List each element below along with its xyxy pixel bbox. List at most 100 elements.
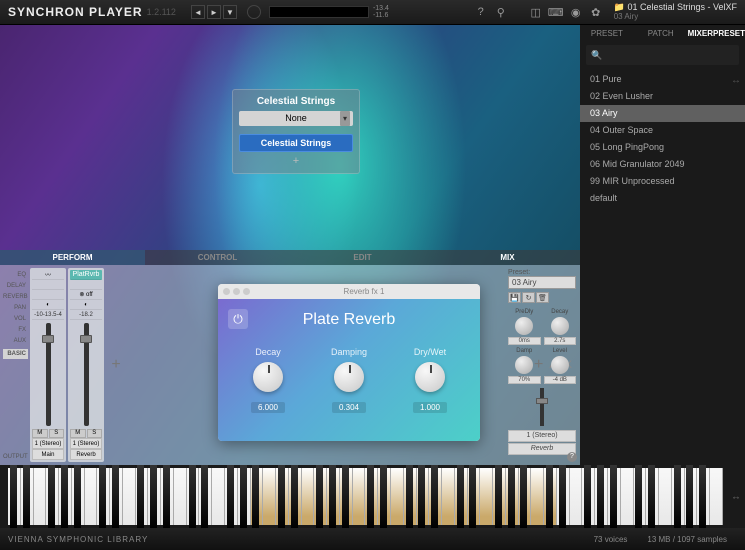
add-slot-button[interactable]: +	[239, 155, 353, 167]
white-key[interactable]	[710, 468, 723, 525]
black-key[interactable]	[406, 465, 413, 528]
route-select[interactable]: 1 (Stereo)	[70, 438, 102, 449]
preset-display[interactable]: 📁 01 Celestial Strings - VelXF 03 Airy	[614, 2, 737, 22]
mute-button[interactable]: M	[32, 429, 48, 438]
black-key[interactable]	[648, 465, 655, 528]
route-select[interactable]: 1 (Stereo)	[32, 438, 64, 449]
tab-perform[interactable]: PERFORM	[0, 250, 145, 265]
black-key[interactable]	[240, 465, 247, 528]
white-key[interactable]	[263, 468, 276, 525]
reverb-fx-slot[interactable]: PlatRvrb	[70, 270, 102, 280]
collapse-sidebar-icon[interactable]: ↔	[731, 75, 741, 86]
knob-damping[interactable]: Damping 0.304	[331, 347, 367, 415]
fader[interactable]	[70, 320, 102, 429]
black-key[interactable]	[10, 465, 17, 528]
black-key[interactable]	[291, 465, 298, 528]
white-key[interactable]	[34, 468, 47, 525]
preset-item[interactable]: 01 Pure	[580, 71, 745, 88]
black-key[interactable]	[520, 465, 527, 528]
preset-selector[interactable]: 03 Airy	[508, 276, 576, 289]
pan-slot[interactable]: ◐	[32, 300, 64, 310]
black-key[interactable]	[201, 465, 208, 528]
tab-control[interactable]: CONTROL	[145, 250, 290, 265]
black-key[interactable]	[418, 465, 425, 528]
black-key[interactable]	[380, 465, 387, 528]
delay-slot[interactable]	[70, 280, 102, 290]
preset-item[interactable]: default	[580, 190, 745, 207]
fx-titlebar[interactable]: Reverb fx 1	[218, 284, 480, 299]
reverb-slot[interactable]	[32, 290, 64, 300]
record-button[interactable]	[247, 5, 261, 19]
mute-button[interactable]: M	[70, 429, 86, 438]
black-key[interactable]	[635, 465, 642, 528]
minimize-icon[interactable]	[233, 288, 240, 295]
white-key[interactable]	[442, 468, 455, 525]
output-name[interactable]: Reverb	[70, 449, 102, 460]
output-fader[interactable]	[533, 388, 551, 426]
black-key[interactable]	[367, 465, 374, 528]
black-key[interactable]	[546, 465, 553, 528]
nav-right[interactable]: ►	[207, 5, 221, 19]
help-icon[interactable]: ?	[474, 5, 488, 19]
black-key[interactable]	[163, 465, 170, 528]
black-key[interactable]	[559, 465, 566, 528]
pan-slot[interactable]: ◐	[70, 300, 102, 310]
black-key[interactable]	[99, 465, 106, 528]
solo-button[interactable]: S	[87, 429, 103, 438]
black-key[interactable]	[48, 465, 55, 528]
preset-item[interactable]: 02 Even Lusher	[580, 88, 745, 105]
black-key[interactable]	[610, 465, 617, 528]
white-key[interactable]	[302, 468, 315, 525]
close-icon[interactable]	[223, 288, 230, 295]
black-key[interactable]	[686, 465, 693, 528]
zoom-icon[interactable]	[243, 288, 250, 295]
black-key[interactable]	[278, 465, 285, 528]
black-key[interactable]	[469, 465, 476, 528]
white-key[interactable]	[123, 468, 136, 525]
solo-button[interactable]: S	[49, 429, 65, 438]
settings-icon[interactable]: ✿	[589, 5, 603, 19]
white-key[interactable]	[570, 468, 583, 525]
knob-drywet[interactable]: Dry/Wet 1.000	[413, 347, 447, 415]
output-name[interactable]: Reverb	[508, 443, 576, 455]
tab-patch[interactable]: PATCH	[634, 25, 688, 43]
tab-mix[interactable]: MIX	[435, 250, 580, 265]
black-key[interactable]	[508, 465, 515, 528]
black-key[interactable]	[495, 465, 502, 528]
refresh-icon[interactable]: ↻	[522, 292, 535, 303]
vol-value[interactable]: -18.2	[70, 310, 102, 320]
save-icon[interactable]: 💾	[508, 292, 521, 303]
vol-value[interactable]: -10 -13.5 -4	[32, 310, 64, 320]
black-key[interactable]	[674, 465, 681, 528]
preset-item[interactable]: 05 Long PingPong	[580, 139, 745, 156]
black-key[interactable]	[150, 465, 157, 528]
slot-selector[interactable]: None	[239, 111, 353, 126]
black-key[interactable]	[137, 465, 144, 528]
black-key[interactable]	[61, 465, 68, 528]
output-name[interactable]: Main	[32, 449, 64, 460]
tab-mixerpreset[interactable]: MIXERPRESET	[688, 25, 745, 43]
nav-left[interactable]: ◄	[191, 5, 205, 19]
white-key[interactable]	[391, 468, 404, 525]
black-key[interactable]	[584, 465, 591, 528]
search-input[interactable]: 🔍	[586, 45, 739, 65]
white-key[interactable]	[480, 468, 493, 525]
black-key[interactable]	[112, 465, 119, 528]
preset-item[interactable]: 04 Outer Space	[580, 122, 745, 139]
nav-down[interactable]: ▼	[223, 5, 237, 19]
black-key[interactable]	[227, 465, 234, 528]
location-icon[interactable]: ⚲	[494, 5, 508, 19]
black-key[interactable]	[699, 465, 706, 528]
preset-item[interactable]: 03 Airy	[580, 105, 745, 122]
black-key[interactable]	[189, 465, 196, 528]
black-key[interactable]	[74, 465, 81, 528]
black-key[interactable]	[23, 465, 30, 528]
white-key[interactable]	[531, 468, 544, 525]
white-key[interactable]	[85, 468, 98, 525]
black-key[interactable]	[431, 465, 438, 528]
black-key[interactable]	[457, 465, 464, 528]
add-channel-button[interactable]: +	[106, 268, 126, 462]
black-key[interactable]	[342, 465, 349, 528]
knob-level[interactable]: Level-4 dB	[544, 348, 577, 384]
black-key[interactable]	[252, 465, 259, 528]
